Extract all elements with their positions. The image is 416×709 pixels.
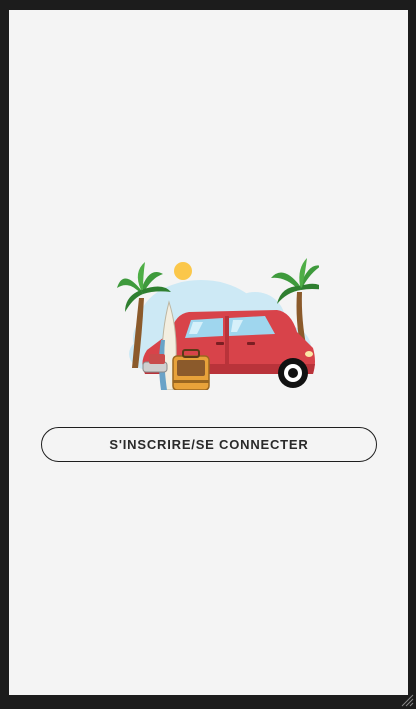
sun-shape [174,262,192,280]
device-frame: S'INSCRIRE/SE CONNECTER [0,0,416,709]
resize-grip-icon[interactable] [401,694,414,707]
travel-illustration [117,258,319,390]
app-screen: S'INSCRIRE/SE CONNECTER [9,10,408,695]
signup-login-button[interactable]: S'INSCRIRE/SE CONNECTER [41,427,377,462]
suitcase [172,349,210,390]
